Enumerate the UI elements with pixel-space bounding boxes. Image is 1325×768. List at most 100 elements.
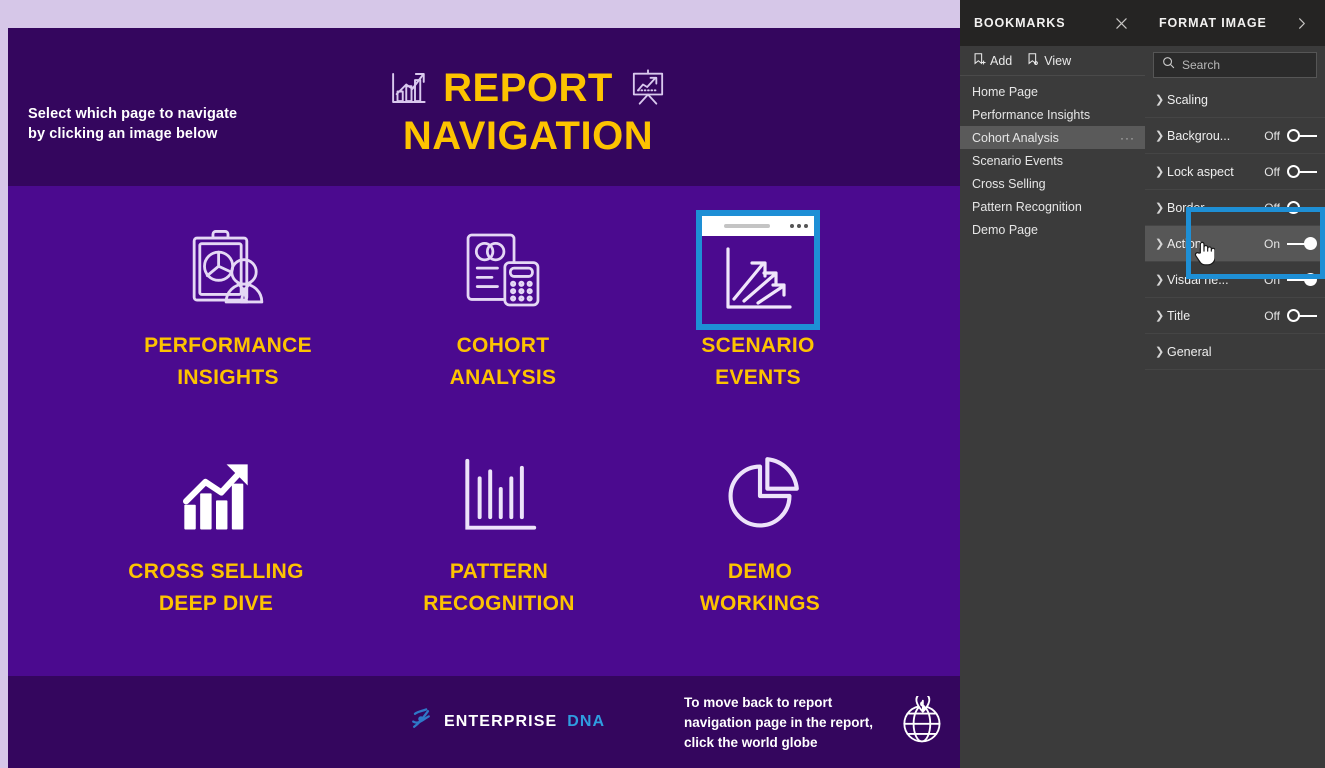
nav-card-scenario-events[interactable]: SCENARIO EVENTS: [608, 210, 908, 394]
report-title-line1: REPORT: [443, 64, 613, 112]
bookmark-item-scenario-events[interactable]: Scenario Events: [960, 149, 1145, 172]
search-input[interactable]: Search: [1153, 52, 1317, 78]
bookmark-view-button[interactable]: View: [1026, 52, 1071, 69]
chevron-right-icon: ❯: [1155, 345, 1167, 358]
format-row-title[interactable]: ❯ Title Off: [1145, 298, 1325, 334]
visual-header-toggle[interactable]: [1287, 273, 1317, 286]
card-label-line1: DEMO: [610, 556, 910, 588]
format-row-label: Title: [1167, 309, 1264, 323]
card-label-line2: WORKINGS: [610, 588, 910, 620]
browser-urlbar: [724, 224, 770, 228]
format-row-state: On: [1264, 237, 1280, 251]
bookmark-item-performance-insights[interactable]: Performance Insights: [960, 103, 1145, 126]
chevron-right-icon: ❯: [1155, 93, 1167, 106]
bookmark-item-pattern-recognition[interactable]: Pattern Recognition: [960, 195, 1145, 218]
bookmark-label: Scenario Events: [972, 154, 1063, 168]
nav-card-pattern-recognition[interactable]: PATTERN RECOGNITION: [349, 436, 649, 620]
bookmark-add-button[interactable]: Add: [972, 52, 1012, 69]
card-label-line1: PATTERN: [349, 556, 649, 588]
format-pane-titlebar: FORMAT IMAGE: [1145, 0, 1325, 46]
presentation-chart-icon: [627, 67, 669, 109]
bookmarks-pane-title: BOOKMARKS: [974, 16, 1065, 30]
format-row-state: Off: [1264, 165, 1280, 179]
bookmarks-list: Home Page Performance Insights Cohort An…: [960, 76, 1145, 241]
title-toggle[interactable]: [1287, 309, 1317, 322]
bookmark-item-cohort-analysis[interactable]: Cohort Analysis ···: [960, 126, 1145, 149]
bookmarks-toolbar: Add View: [960, 46, 1145, 76]
bookmark-item-home-page[interactable]: Home Page: [960, 80, 1145, 103]
format-row-general[interactable]: ❯ General: [1145, 334, 1325, 370]
format-row-scaling[interactable]: ❯ Scaling: [1145, 82, 1325, 118]
card-label-line2: DEEP DIVE: [66, 588, 366, 620]
format-search-wrap: Search: [1145, 46, 1325, 82]
navigation-cards-grid: PERFORMANCE INSIGHTS: [8, 186, 960, 676]
footer-note-text: To move back to report navigation page i…: [684, 693, 894, 753]
brand-secondary-text: DNA: [567, 713, 605, 731]
report-canvas: Select which page to navigate by clickin…: [0, 0, 960, 768]
bookmarks-pane: BOOKMARKS: [960, 0, 1145, 768]
bookmark-item-cross-selling[interactable]: Cross Selling: [960, 172, 1145, 195]
chevron-right-icon: ❯: [1155, 129, 1167, 142]
format-row-label: Border: [1167, 201, 1264, 215]
bookmark-label: Pattern Recognition: [972, 200, 1082, 214]
bookmark-add-icon: [972, 52, 986, 69]
report-header-band: Select which page to navigate by clickin…: [8, 28, 960, 186]
right-panels: BOOKMARKS: [960, 0, 1325, 768]
enterprise-dna-brand: ENTERPRISE DNA: [408, 706, 605, 737]
bookmark-label: Performance Insights: [972, 108, 1090, 122]
report-footer-band: ENTERPRISE DNA To move back to report na…: [8, 676, 960, 768]
bookmark-label: Cohort Analysis: [972, 131, 1059, 145]
bookmark-view-label: View: [1044, 54, 1071, 68]
chevron-right-icon[interactable]: [1291, 13, 1311, 33]
format-row-border[interactable]: ❯ Border Off: [1145, 190, 1325, 226]
format-row-state: Off: [1264, 129, 1280, 143]
lock-aspect-toggle[interactable]: [1287, 165, 1317, 178]
instruction-text: Select which page to navigate by clickin…: [28, 104, 258, 144]
format-rows-list: ❯ Scaling ❯ Backgrou... Off ❯ Lock aspec…: [1145, 82, 1325, 370]
format-row-label: Scaling: [1167, 93, 1310, 107]
browser-chrome-bar: [702, 216, 814, 236]
nav-card-cross-selling-deep-dive[interactable]: CROSS SELLING DEEP DIVE: [66, 436, 366, 620]
format-pane-title: FORMAT IMAGE: [1159, 16, 1267, 30]
clipboard-person-pie-icon: [78, 210, 378, 330]
brand-primary-text: ENTERPRISE: [444, 713, 557, 731]
card-label-line2: RECOGNITION: [349, 588, 649, 620]
bookmarks-pane-titlebar: BOOKMARKS: [960, 0, 1145, 46]
card-label-line1: CROSS SELLING: [66, 556, 366, 588]
format-row-lock-aspect[interactable]: ❯ Lock aspect Off: [1145, 154, 1325, 190]
chevron-right-icon: ❯: [1155, 201, 1167, 214]
report-title-block: REPORT: [258, 64, 798, 160]
format-row-label: General: [1167, 345, 1310, 359]
search-placeholder: Search: [1182, 58, 1220, 72]
chevron-right-icon: ❯: [1155, 273, 1167, 286]
format-row-label: Action: [1167, 237, 1264, 251]
report-title-line2: NAVIGATION: [403, 112, 653, 160]
browser-menu-dots: [790, 224, 808, 228]
selected-image-frame[interactable]: [696, 210, 820, 330]
bookmark-view-icon: [1026, 52, 1040, 69]
bar-chart-arrow-up-icon: [66, 436, 366, 556]
card-label-line1: PERFORMANCE: [78, 330, 378, 362]
chevron-right-icon: ❯: [1155, 309, 1167, 322]
format-row-background[interactable]: ❯ Backgrou... Off: [1145, 118, 1325, 154]
search-icon: [1162, 56, 1175, 74]
format-row-action[interactable]: ❯ Action On: [1145, 226, 1325, 262]
bookmark-item-demo-page[interactable]: Demo Page: [960, 218, 1145, 241]
bookmark-label: Cross Selling: [972, 177, 1046, 191]
border-toggle[interactable]: [1287, 201, 1317, 214]
format-row-label: Visual he...: [1167, 273, 1264, 287]
nav-card-performance-insights[interactable]: PERFORMANCE INSIGHTS: [78, 210, 378, 394]
nav-card-demo-workings[interactable]: DEMO WORKINGS: [610, 436, 910, 620]
world-globe-dollar-icon[interactable]: [896, 696, 946, 751]
card-label-line2: INSIGHTS: [78, 362, 378, 394]
bookmark-more-icon[interactable]: ···: [1120, 131, 1135, 145]
bar-chart-growth-icon: [387, 67, 429, 109]
screen-root: Select which page to navigate by clickin…: [0, 0, 1325, 768]
close-icon[interactable]: [1111, 13, 1131, 33]
format-row-visual-header[interactable]: ❯ Visual he... On: [1145, 262, 1325, 298]
bookmark-add-label: Add: [990, 54, 1012, 68]
background-toggle[interactable]: [1287, 129, 1317, 142]
dna-helix-icon: [408, 706, 434, 737]
action-toggle[interactable]: [1287, 237, 1317, 250]
bookmark-label: Demo Page: [972, 223, 1038, 237]
